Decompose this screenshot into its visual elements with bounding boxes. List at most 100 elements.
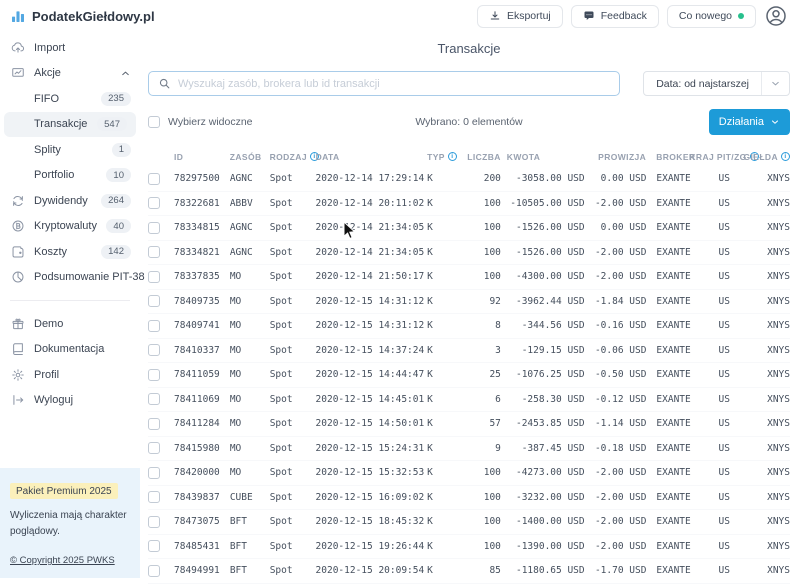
cell-id: 78322681 bbox=[174, 198, 230, 209]
cell-kraj-pit-zg: US bbox=[700, 541, 748, 552]
cell-prowizja: -0.50 USD bbox=[585, 369, 647, 380]
row-checkbox[interactable] bbox=[148, 197, 160, 209]
table-row: 78411069MOSpot2020-12-15 14:45:01K6-258.… bbox=[148, 388, 790, 413]
sidebar-item-profil[interactable]: Profil bbox=[0, 362, 140, 388]
row-checkbox[interactable] bbox=[148, 222, 160, 234]
sidebar-item-label: Dywidendy bbox=[34, 195, 88, 207]
cell-zas-b: AGNC bbox=[230, 247, 270, 258]
cell-data: 2020-12-15 19:26:44 bbox=[316, 541, 428, 552]
row-checkbox[interactable] bbox=[148, 418, 160, 430]
cell-broker: EXANTE bbox=[646, 394, 700, 405]
user-avatar-button[interactable] bbox=[764, 4, 788, 28]
row-checkbox[interactable] bbox=[148, 320, 160, 332]
cell-data: 2020-12-15 16:09:02 bbox=[316, 492, 428, 503]
sidebar-item-koszty[interactable]: Koszty142 bbox=[0, 239, 140, 265]
chevron-up-icon bbox=[120, 68, 131, 79]
info-icon[interactable]: i bbox=[781, 152, 790, 161]
cell-zas-b: MO bbox=[230, 345, 270, 356]
cell-typ: K bbox=[427, 222, 463, 233]
row-checkbox-cell bbox=[148, 295, 174, 307]
column-header-prowizja[interactable]: PROWIZJA bbox=[584, 152, 646, 162]
sidebar-item-wyloguj[interactable]: Wyloguj bbox=[0, 388, 140, 414]
bar-chart-logo-icon bbox=[10, 8, 26, 24]
sidebar-item-label: Koszty bbox=[34, 246, 67, 258]
cell-kwota: -258.30 USD bbox=[501, 394, 585, 405]
feedback-button[interactable]: Feedback bbox=[571, 5, 659, 28]
row-checkbox[interactable] bbox=[148, 467, 160, 479]
cell-broker: EXANTE bbox=[646, 320, 700, 331]
cell-liczba: 100 bbox=[463, 222, 501, 233]
row-checkbox[interactable] bbox=[148, 491, 160, 503]
sidebar-item-splity[interactable]: Splity1 bbox=[0, 137, 140, 163]
cell-id: 78494991 bbox=[174, 565, 230, 576]
cell-rodzaj: Spot bbox=[270, 198, 316, 209]
sidebar-item-fifo[interactable]: FIFO235 bbox=[0, 86, 140, 112]
column-header-liczba[interactable]: LICZBA bbox=[463, 152, 501, 162]
sidebar-item-dywidendy[interactable]: Dywidendy 264 bbox=[0, 188, 140, 214]
cell-kraj-pit-zg: US bbox=[700, 320, 748, 331]
column-header-data[interactable]: DATA bbox=[316, 152, 428, 162]
row-checkbox[interactable] bbox=[148, 369, 160, 381]
info-icon[interactable]: i bbox=[448, 152, 457, 161]
table-row: 78494991BFTSpot2020-12-15 20:09:54K85-11… bbox=[148, 559, 790, 584]
cell-liczba: 85 bbox=[463, 565, 501, 576]
cell-kraj-pit-zg: US bbox=[700, 271, 748, 282]
row-checkbox[interactable] bbox=[148, 442, 160, 454]
sidebar-item-kryptowaluty[interactable]: Kryptowaluty40 bbox=[0, 214, 140, 240]
whats-new-button[interactable]: Co nowego bbox=[667, 5, 756, 28]
count-badge: 264 bbox=[101, 194, 131, 208]
sidebar-item-podsumowanie-pit-38[interactable]: Podsumowanie PIT-38 bbox=[0, 265, 140, 291]
row-checkbox[interactable] bbox=[148, 246, 160, 258]
cell-prowizja: 0.00 USD bbox=[585, 222, 647, 233]
cell-gie-da: XNYS bbox=[748, 443, 790, 454]
row-checkbox[interactable] bbox=[148, 540, 160, 552]
cell-typ: K bbox=[427, 247, 463, 258]
column-header-typ[interactable]: TYPi bbox=[427, 152, 463, 162]
row-checkbox[interactable] bbox=[148, 393, 160, 405]
cell-broker: EXANTE bbox=[646, 541, 700, 552]
cell-kraj-pit-zg: US bbox=[700, 369, 748, 380]
cell-kwota: -4300.00 USD bbox=[501, 271, 585, 282]
sidebar-item-akcje[interactable]: Akcje bbox=[0, 61, 140, 87]
sidebar-item-portfolio[interactable]: Portfolio10 bbox=[0, 163, 140, 189]
export-button[interactable]: Eksportuj bbox=[477, 5, 563, 28]
cell-data: 2020-12-15 14:50:01 bbox=[316, 418, 428, 429]
column-header-id[interactable]: ID bbox=[174, 152, 230, 162]
sidebar-item-transakcje[interactable]: Transakcje547 bbox=[4, 112, 136, 138]
column-header-zas-b[interactable]: ZASÓB bbox=[230, 152, 270, 162]
cell-broker: EXANTE bbox=[646, 271, 700, 282]
sidebar-item-label: Podsumowanie PIT-38 bbox=[34, 271, 145, 283]
cell-liczba: 92 bbox=[463, 296, 501, 307]
cell-prowizja: -0.16 USD bbox=[585, 320, 647, 331]
row-checkbox[interactable] bbox=[148, 295, 160, 307]
cell-broker: EXANTE bbox=[646, 198, 700, 209]
logout-icon bbox=[11, 393, 25, 407]
sort-dropdown[interactable]: Data: od najstarszej bbox=[643, 71, 790, 96]
sidebar-item-label: Demo bbox=[34, 318, 63, 330]
cell-kwota: -1400.00 USD bbox=[501, 516, 585, 527]
sidebar-item-dokumentacja[interactable]: Dokumentacja bbox=[0, 337, 140, 363]
column-header-kwota[interactable]: KWOTA bbox=[501, 152, 585, 162]
sidebar-item-demo[interactable]: Demo bbox=[0, 311, 140, 337]
copyright-link[interactable]: © Copyright 2025 PWKS bbox=[10, 555, 115, 566]
row-checkbox[interactable] bbox=[148, 516, 160, 528]
actions-button[interactable]: Działania bbox=[709, 109, 790, 135]
row-checkbox[interactable] bbox=[148, 344, 160, 356]
table-row: 78411059MOSpot2020-12-15 14:44:47K25-107… bbox=[148, 363, 790, 388]
search-box bbox=[148, 71, 620, 96]
cell-rodzaj: Spot bbox=[270, 492, 316, 503]
row-checkbox[interactable] bbox=[148, 271, 160, 283]
cell-prowizja: -2.00 USD bbox=[585, 271, 647, 282]
sidebar-item-import[interactable]: Import bbox=[0, 35, 140, 61]
cell-kraj-pit-zg: US bbox=[700, 222, 748, 233]
row-checkbox[interactable] bbox=[148, 173, 160, 185]
column-header-gie-da[interactable]: GIEŁDAi bbox=[748, 152, 790, 162]
column-header-kraj-pit-zg[interactable]: KRAJ PIT/ZGi bbox=[700, 152, 748, 162]
app-logo[interactable]: PodatekGiełdowy.pl bbox=[10, 8, 155, 24]
row-checkbox[interactable] bbox=[148, 565, 160, 577]
cell-prowizja: -0.06 USD bbox=[585, 345, 647, 356]
cell-id: 78337835 bbox=[174, 271, 230, 282]
column-header-rodzaj[interactable]: RODZAJi bbox=[270, 152, 316, 162]
cell-data: 2020-12-14 21:50:17 bbox=[316, 271, 428, 282]
search-input[interactable] bbox=[178, 78, 610, 90]
